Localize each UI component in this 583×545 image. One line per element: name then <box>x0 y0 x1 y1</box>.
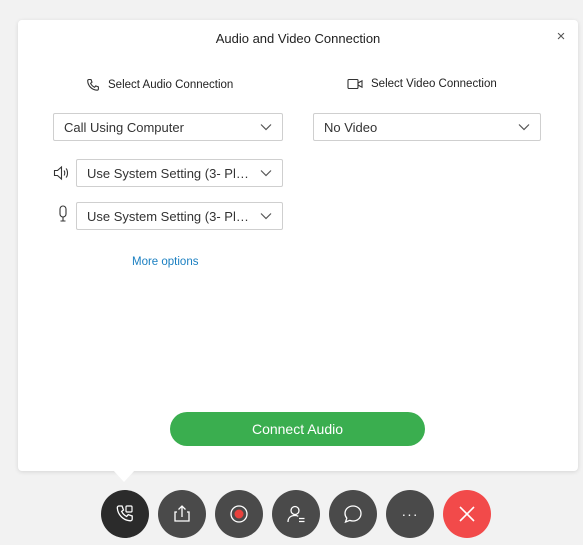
video-header-label: Select Video Connection <box>371 78 497 90</box>
more-icon: ··· <box>401 506 419 522</box>
end-meeting-button[interactable] <box>443 490 491 538</box>
record-button[interactable] <box>215 490 263 538</box>
end-meeting-icon <box>459 506 475 522</box>
speaker-icon <box>53 165 69 181</box>
speaker-select[interactable]: Use System Setting (3- Plant... <box>76 159 283 187</box>
audio-connection-header: Select Audio Connection <box>86 78 233 92</box>
close-button[interactable]: × <box>552 28 570 46</box>
audio-connection-button[interactable] <box>101 490 149 538</box>
dialog-title: Audio and Video Connection <box>215 31 381 46</box>
record-icon <box>230 505 248 523</box>
dialog-pointer <box>113 470 135 482</box>
microphone-icon <box>59 205 67 222</box>
participants-icon <box>287 505 305 523</box>
video-connection-value: No Video <box>324 119 378 135</box>
audio-connection-select[interactable]: Call Using Computer <box>53 113 283 141</box>
phone-settings-icon <box>116 505 133 522</box>
chevron-down-icon <box>260 124 272 131</box>
phone-icon <box>87 78 99 91</box>
share-icon <box>174 505 190 522</box>
video-connection-select[interactable]: No Video <box>313 113 541 141</box>
chat-button[interactable] <box>329 490 377 538</box>
audio-connection-value: Call Using Computer <box>64 119 184 135</box>
microphone-select[interactable]: Use System Setting (3- Plant... <box>76 202 283 230</box>
share-button[interactable] <box>158 490 206 538</box>
chevron-down-icon <box>260 213 272 220</box>
chevron-down-icon <box>518 124 530 131</box>
microphone-value: Use System Setting (3- Plant... <box>87 208 254 224</box>
connect-audio-button[interactable]: Connect Audio <box>170 412 425 446</box>
participants-button[interactable] <box>272 490 320 538</box>
more-button[interactable]: ··· <box>386 490 434 538</box>
chat-icon <box>344 505 362 524</box>
meeting-toolbar: ··· <box>0 490 583 540</box>
more-options-link[interactable]: More options <box>132 256 198 268</box>
video-camera-icon <box>347 78 363 90</box>
chevron-down-icon <box>260 170 272 177</box>
speaker-value: Use System Setting (3- Plant... <box>87 165 254 181</box>
audio-header-label: Select Audio Connection <box>108 79 234 91</box>
video-connection-header: Select Video Connection <box>347 78 497 90</box>
audio-video-dialog: Audio and Video Connection × Select Audi… <box>18 20 578 471</box>
